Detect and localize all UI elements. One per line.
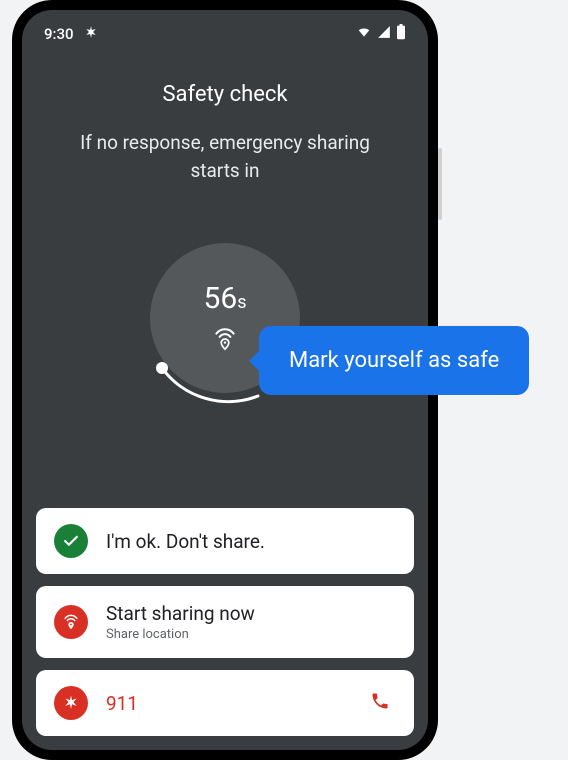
mark-safe-tooltip[interactable]: Mark yourself as safe — [259, 326, 529, 395]
signal-icon — [376, 25, 392, 43]
wifi-icon — [356, 25, 372, 43]
start-sharing-button[interactable]: Start sharing now Share location — [36, 586, 414, 658]
start-sharing-label: Start sharing now — [106, 602, 396, 625]
location-broadcast-icon — [212, 326, 238, 356]
start-sharing-sub: Share location — [106, 627, 396, 642]
check-icon — [54, 524, 88, 558]
status-time: 9:30 — [44, 25, 74, 43]
emergency-asterisk-icon — [54, 686, 88, 720]
im-ok-button[interactable]: I'm ok. Don't share. — [36, 508, 414, 574]
countdown-value: 56 — [203, 281, 237, 316]
action-list: I'm ok. Don't share. Start sharing now S… — [22, 494, 428, 750]
countdown-text: 56s — [203, 281, 246, 316]
phone-icon — [370, 691, 390, 715]
call-911-button[interactable]: 911 — [36, 670, 414, 736]
battery-icon — [396, 24, 406, 44]
main-content: Safety check If no response, emergency s… — [22, 46, 428, 494]
countdown-unit: s — [237, 292, 246, 313]
asterisk-icon — [84, 25, 98, 43]
share-location-icon — [54, 605, 88, 639]
im-ok-label: I'm ok. Don't share. — [106, 530, 396, 553]
power-button — [438, 148, 442, 220]
page-title: Safety check — [162, 82, 287, 107]
call-911-label: 911 — [106, 692, 352, 715]
tooltip-text: Mark yourself as safe — [289, 348, 499, 373]
status-bar: 9:30 — [22, 10, 428, 46]
page-subtitle: If no response, emergency sharing starts… — [75, 129, 375, 184]
